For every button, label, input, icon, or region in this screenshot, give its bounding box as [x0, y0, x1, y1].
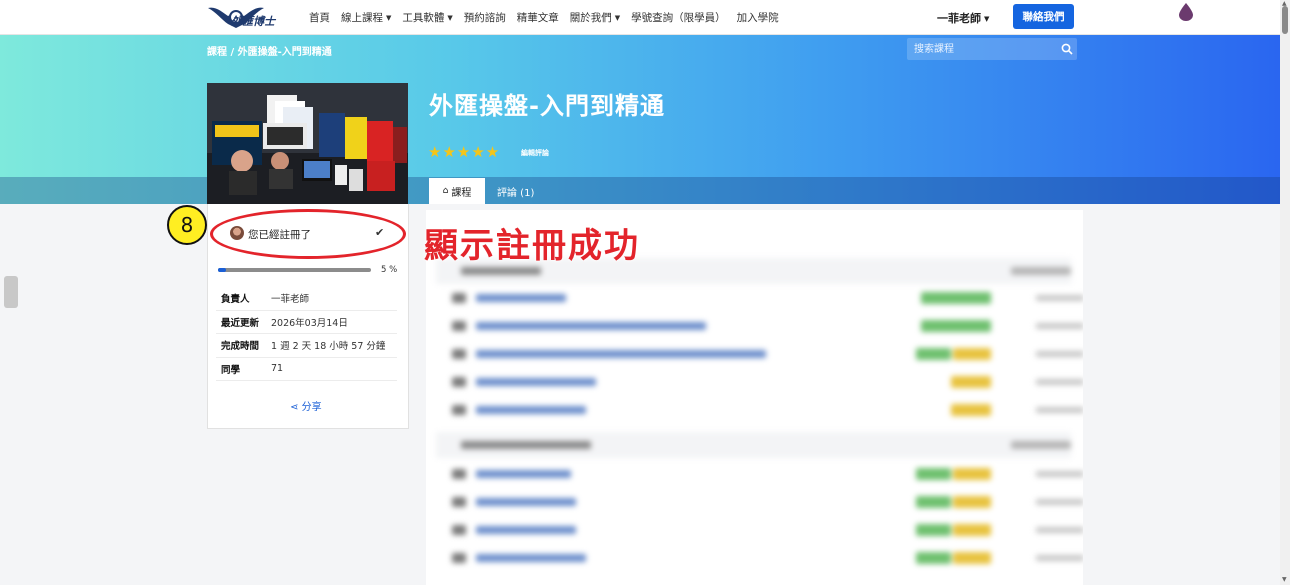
- caret-down-icon: ▼: [447, 14, 453, 22]
- section-title: [461, 267, 541, 275]
- nav-item-about[interactable]: 關於我們 ▼: [570, 10, 620, 25]
- user-name: 一菲老師: [937, 12, 981, 25]
- annotation-step-badge: 8: [167, 205, 207, 245]
- caret-down-icon: ▼: [984, 15, 990, 23]
- lesson-row: [446, 374, 1083, 390]
- nav-item-online-courses[interactable]: 線上課程 ▼: [341, 10, 391, 25]
- section-stat: [1011, 441, 1071, 449]
- cover-illustration: [207, 83, 408, 204]
- nav-item-articles[interactable]: 精華文章: [517, 10, 559, 25]
- tab-reviews[interactable]: 評論 (1): [497, 184, 534, 199]
- nav-label: 首頁: [309, 12, 330, 24]
- lesson-row: [446, 494, 1083, 510]
- page-scrollbar[interactable]: ▲ ▼: [1280, 0, 1290, 585]
- info-row-students: 同學 71: [216, 358, 397, 381]
- progress-percent: 5 %: [381, 265, 398, 275]
- info-value: 1 週 2 天 18 小時 57 分鐘: [271, 341, 386, 353]
- share-label: 分享: [301, 402, 322, 413]
- nav-label: 加入學院: [736, 12, 779, 24]
- scroll-thumb[interactable]: [1282, 6, 1288, 34]
- tab-course-label: 課程: [451, 187, 472, 199]
- top-navbar: ✦ 外匯博士 首頁 線上課程 ▼ 工具軟體 ▼ 預約諮詢 精華文章 關於我們 ▼ 學號…: [0, 0, 1280, 35]
- drop-icon[interactable]: [1178, 3, 1194, 21]
- info-label: 完成時間: [221, 341, 260, 353]
- lesson-row: [446, 522, 1083, 538]
- nav-label: 預約諮詢: [463, 12, 506, 24]
- home-icon: ⌂: [442, 186, 449, 196]
- share-icon: ⋖: [290, 402, 299, 413]
- section-header: [436, 432, 1071, 458]
- info-row-owner: 負責人 一菲老師: [216, 287, 397, 311]
- lesson-row: [446, 318, 1083, 334]
- share-button[interactable]: ⋖ 分享: [290, 398, 322, 413]
- progress-bar-fill: [218, 268, 226, 272]
- breadcrumb[interactable]: 課程 / 外匯操盤-入門到精通: [207, 43, 332, 58]
- edit-review-link[interactable]: 編輯評論: [521, 148, 549, 158]
- course-cover-image: [207, 83, 408, 204]
- lesson-row: [446, 402, 1083, 418]
- info-row-last-updated: 最近更新 2026年03月14日: [216, 311, 397, 334]
- section-stat: [1011, 267, 1071, 275]
- lesson-row: [446, 346, 1083, 362]
- hero-tab-strip: [0, 177, 1280, 204]
- nav-item-tools[interactable]: 工具軟體 ▼: [402, 10, 452, 25]
- contact-button[interactable]: 聯絡我們: [1013, 4, 1074, 29]
- nav-label: 精華文章: [516, 12, 559, 24]
- info-row-duration: 完成時間 1 週 2 天 18 小時 57 分鐘: [216, 334, 397, 358]
- nav-label: 關於我們: [569, 12, 612, 24]
- info-label: 最近更新: [221, 317, 260, 329]
- nav-item-join[interactable]: 加入學院: [737, 10, 779, 25]
- user-menu[interactable]: 一菲老師 ▼: [937, 10, 989, 26]
- search-input[interactable]: [907, 38, 1052, 60]
- info-value: 71: [271, 363, 284, 375]
- section-title: [461, 441, 591, 449]
- nav-item-home[interactable]: 首頁: [309, 10, 330, 25]
- info-label: 負責人: [221, 294, 250, 306]
- course-info-table: 負責人 一菲老師 最近更新 2026年03月14日 完成時間 1 週 2 天 1…: [216, 287, 397, 381]
- logo-text: 外匯博士: [231, 15, 275, 28]
- nav-label: 學號查詢（限學員）: [631, 12, 726, 24]
- nav-label: 線上課程: [341, 12, 383, 24]
- nav-item-booking[interactable]: 預約諮詢: [464, 10, 506, 25]
- course-title: 外匯操盤-入門到精通: [429, 92, 665, 120]
- info-label: 同學: [221, 364, 241, 376]
- side-drawer-handle[interactable]: [4, 276, 18, 308]
- nav-item-student-lookup[interactable]: 學號查詢（限學員）: [631, 10, 726, 25]
- tab-course[interactable]: ⌂ 課程: [429, 178, 485, 204]
- info-value: 一菲老師: [271, 294, 310, 306]
- annotation-highlight-ellipse: [210, 209, 406, 259]
- scroll-down-icon[interactable]: ▼: [1282, 576, 1287, 583]
- lesson-row: [446, 466, 1083, 482]
- annotation-caption: 顯示註冊成功: [424, 226, 640, 266]
- caret-down-icon: ▼: [614, 14, 621, 22]
- info-value: 2026年03月14日: [271, 317, 348, 329]
- nav-label: 工具軟體: [402, 12, 445, 24]
- caret-down-icon: ▼: [386, 14, 392, 22]
- main-nav: 首頁 線上課程 ▼ 工具軟體 ▼ 預約諮詢 精華文章 關於我們 ▼ 學號查詢（限學員）…: [309, 10, 790, 25]
- lesson-row: [446, 550, 1083, 566]
- course-search: [907, 38, 1077, 60]
- search-icon[interactable]: [1061, 43, 1073, 55]
- lesson-row: [446, 290, 1083, 306]
- rating-stars: ★★★★★: [428, 143, 501, 161]
- progress-bar: [218, 268, 371, 272]
